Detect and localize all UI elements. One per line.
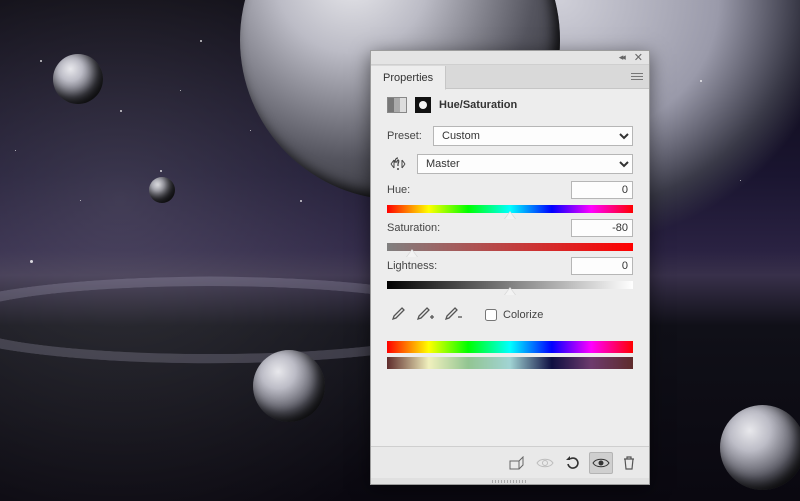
reset-icon[interactable] (561, 452, 585, 474)
preset-label: Preset: (387, 130, 425, 142)
tab-properties[interactable]: Properties (371, 66, 446, 90)
eyedropper-icon[interactable] (387, 305, 407, 325)
hue-slider-block: Hue: (387, 181, 633, 213)
lightness-slider-thumb[interactable] (504, 287, 516, 297)
delete-icon[interactable] (617, 452, 641, 474)
saturation-slider-thumb[interactable] (406, 249, 418, 259)
channel-row: Master (387, 153, 633, 175)
adjustment-header: Hue/Saturation (387, 97, 633, 113)
adjustment-title: Hue/Saturation (439, 99, 517, 111)
eyedropper-row: Colorize (387, 305, 633, 325)
lightness-label: Lightness: (387, 260, 437, 272)
saturation-slider-track[interactable] (387, 243, 633, 251)
clip-to-layer-icon[interactable] (505, 452, 529, 474)
saturation-label: Saturation: (387, 222, 440, 234)
lightness-value-input[interactable] (571, 257, 633, 275)
spectrum-strips (387, 341, 633, 369)
panel-resize-grip[interactable] (371, 478, 649, 484)
hue-label: Hue: (387, 184, 410, 196)
lightness-slider-block: Lightness: (387, 257, 633, 289)
collapse-icon[interactable]: ◂◂ (619, 52, 624, 63)
eyedropper-plus-icon[interactable] (415, 305, 435, 325)
close-icon[interactable]: ✕ (634, 51, 643, 64)
properties-panel: ◂◂ ✕ Properties Hue/Saturation Preset: C… (370, 50, 650, 485)
preset-select[interactable]: Custom (433, 126, 633, 146)
saturation-value-input[interactable] (571, 219, 633, 237)
panel-menu-icon[interactable] (625, 65, 649, 89)
adjustment-icon[interactable] (387, 97, 407, 113)
preset-row: Preset: Custom (387, 125, 633, 147)
toggle-visibility-icon[interactable] (589, 452, 613, 474)
colorize-control: Colorize (485, 309, 543, 321)
colorize-label: Colorize (503, 309, 543, 321)
colorize-checkbox[interactable] (485, 309, 497, 321)
panel-tabs: Properties (371, 65, 649, 89)
spectrum-before (387, 341, 633, 353)
hue-slider-thumb[interactable] (504, 211, 516, 221)
channel-select[interactable]: Master (417, 154, 633, 174)
eyedropper-minus-icon[interactable] (443, 305, 463, 325)
lightness-slider-track[interactable] (387, 281, 633, 289)
spectrum-after (387, 357, 633, 369)
saturation-slider-block: Saturation: (387, 219, 633, 251)
view-previous-state-icon[interactable] (533, 452, 557, 474)
panel-topstrip: ◂◂ ✕ (371, 51, 649, 65)
panel-footer (371, 446, 649, 478)
hue-slider-track[interactable] (387, 205, 633, 213)
targeted-adjustment-icon[interactable] (387, 155, 409, 173)
layer-mask-icon[interactable] (415, 97, 431, 113)
hue-value-input[interactable] (571, 181, 633, 199)
panel-body: Hue/Saturation Preset: Custom Master (371, 89, 649, 446)
tab-label: Properties (383, 72, 433, 84)
